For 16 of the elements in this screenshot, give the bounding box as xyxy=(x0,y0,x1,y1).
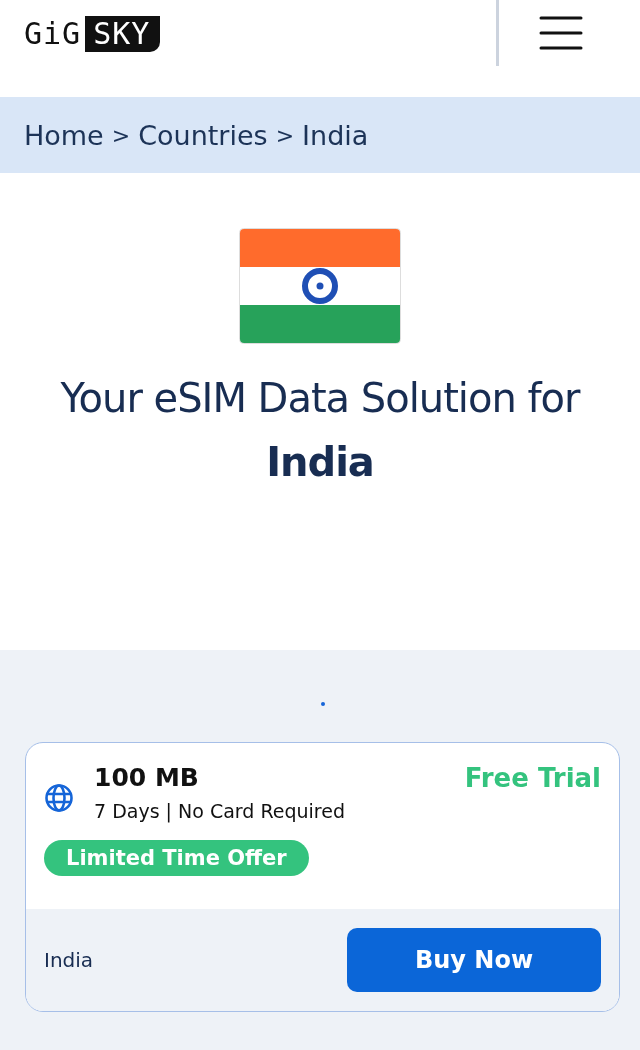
breadcrumb-separator: > xyxy=(275,122,295,148)
buy-now-button[interactable]: Buy Now xyxy=(347,928,601,992)
offer-badge: Limited Time Offer xyxy=(44,840,309,876)
breadcrumb-link[interactable]: Countries xyxy=(138,119,268,151)
plan-price: Free Trial xyxy=(464,763,601,793)
page-heading: Your eSIM Data Solution for India xyxy=(59,374,582,487)
breadcrumb-link[interactable]: Home xyxy=(24,119,104,151)
breadcrumb-separator: > xyxy=(111,122,131,148)
plan-details: 7 Days | No Card Required xyxy=(94,800,345,822)
carousel-dot[interactable] xyxy=(320,702,325,706)
breadcrumb-current: India xyxy=(302,119,369,151)
flag-icon xyxy=(239,228,401,344)
menu-icon[interactable] xyxy=(539,14,583,51)
globe-icon xyxy=(44,783,74,813)
plan-country: India xyxy=(44,948,94,972)
plan-data: 100 MB xyxy=(94,763,200,792)
